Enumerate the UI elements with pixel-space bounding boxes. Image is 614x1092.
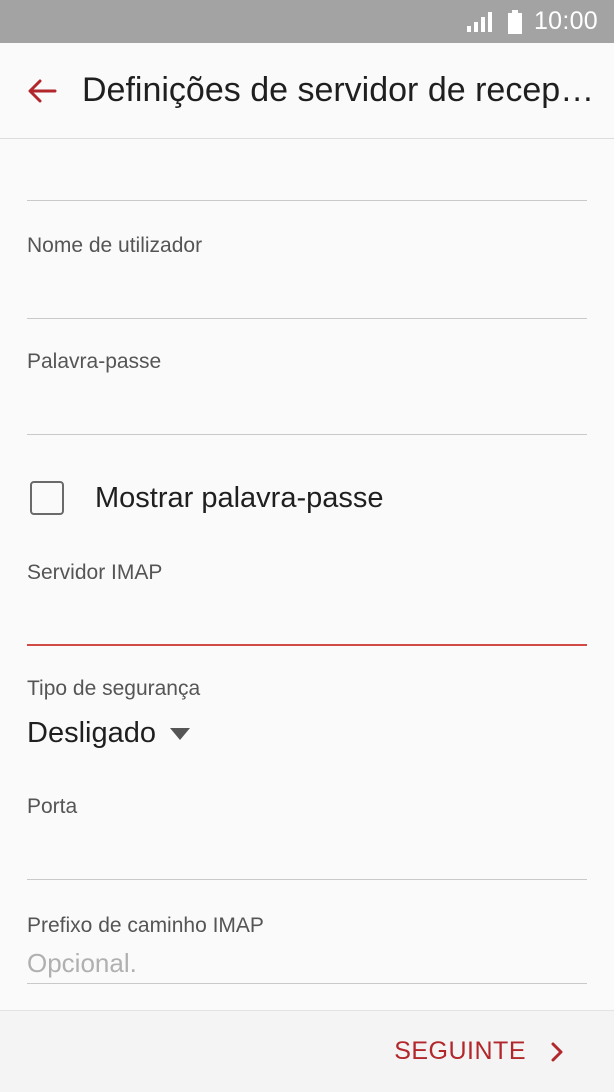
security-type-value: Desligado: [27, 717, 156, 749]
app-bar: Definições de servidor de recepç...: [0, 43, 614, 139]
status-bar: 10:00: [0, 0, 614, 43]
bottom-action-bar: SEGUINTE: [0, 1010, 614, 1092]
show-password-label: Mostrar palavra-passe: [95, 481, 384, 514]
username-input[interactable]: [27, 279, 587, 319]
chevron-right-icon: [550, 1041, 566, 1063]
dropdown-arrow-icon: [169, 727, 190, 740]
screen: 10:00 Definições de servidor de recepç..…: [0, 0, 614, 1092]
security-type-label: Tipo de segurança: [27, 677, 201, 700]
security-type-field: Tipo de segurança: [27, 677, 587, 701]
password-input[interactable]: [27, 395, 587, 435]
imap-path-prefix-label: Prefixo de caminho IMAP: [27, 914, 264, 937]
next-button-label: SEGUINTE: [394, 1037, 526, 1065]
next-button[interactable]: SEGUINTE: [394, 1037, 566, 1066]
imap-server-input[interactable]: [27, 606, 587, 646]
battery-icon: [507, 9, 522, 34]
form-content[interactable]: Nome de utilizador Palavra-passe Mostrar…: [0, 139, 614, 1010]
scrolled-field: [27, 161, 587, 201]
imap-server-label: Servidor IMAP: [27, 561, 163, 584]
imap-path-prefix-input[interactable]: [27, 944, 587, 984]
imap-server-field: Servidor IMAP: [27, 561, 587, 646]
password-field: Palavra-passe: [27, 350, 587, 435]
port-field: Porta: [27, 795, 587, 880]
port-label: Porta: [27, 795, 78, 818]
back-button[interactable]: [22, 71, 62, 111]
password-label: Palavra-passe: [27, 350, 162, 373]
port-input[interactable]: [27, 840, 587, 880]
imap-path-prefix-field: Prefixo de caminho IMAP: [27, 914, 587, 984]
scrolled-field-input[interactable]: [27, 161, 587, 201]
security-type-dropdown[interactable]: Desligado: [27, 717, 190, 750]
signal-icon: [466, 11, 492, 32]
show-password-checkbox[interactable]: [30, 481, 64, 515]
show-password-toggle[interactable]: Mostrar palavra-passe: [30, 481, 384, 515]
username-field: Nome de utilizador: [27, 234, 587, 319]
status-time: 10:00: [533, 7, 598, 35]
username-label: Nome de utilizador: [27, 234, 203, 257]
arrow-back-icon: [28, 79, 57, 102]
page-title: Definições de servidor de recepç...: [82, 71, 600, 109]
